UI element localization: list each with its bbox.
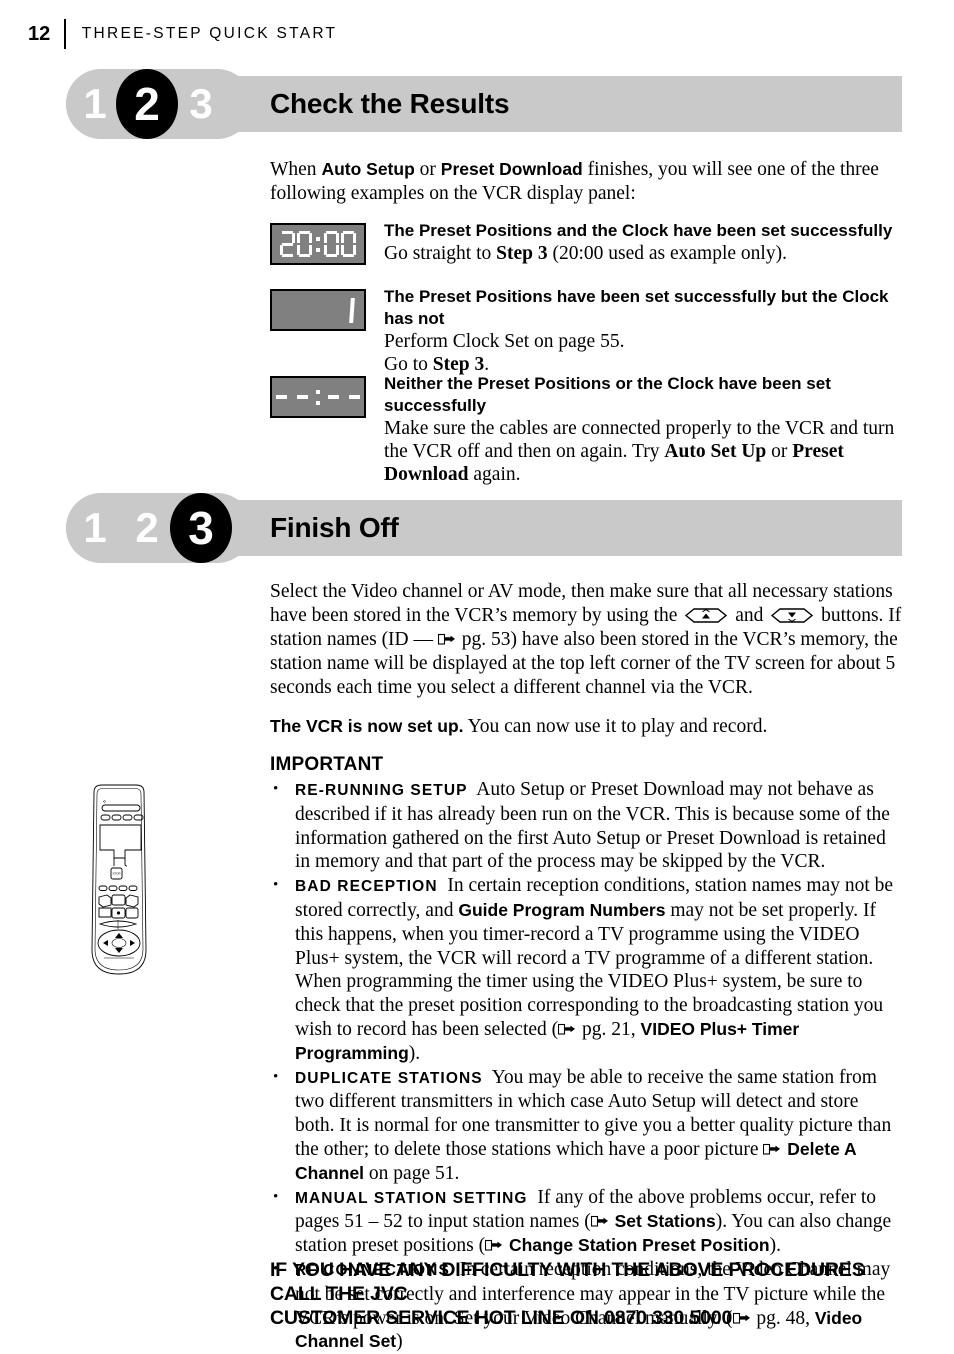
running-head: 12 THREE-STEP QUICK START: [28, 18, 337, 50]
display-example-2-body-2: Go to: [384, 354, 433, 375]
display-example-1-heading: The Preset Positions and the Clock have …: [384, 221, 893, 240]
vcr-set-up-note: The VCR is now set up. You can now use i…: [270, 714, 902, 739]
section-header-check-the-results: 1 2 3 Check the Results: [0, 69, 954, 139]
term-manual-station-setting: MANUAL STATION SETTING: [295, 1189, 528, 1207]
lcd-dash-3: [327, 395, 339, 399]
display-example-row-2: The Preset Positions have been set succe…: [270, 286, 902, 376]
list-item-re-running-setup: • RE-RUNNING SETUP Auto Setup or Preset …: [270, 778, 902, 874]
list-item-body: DUPLICATE STATIONS You may be able to re…: [295, 1066, 902, 1186]
callout-line-2: CUSTOMER SERVICE HOT LINE ON 0870 330 50…: [270, 1307, 733, 1329]
finish-off-paragraph: Select the Video channel or AV mode, the…: [270, 580, 902, 700]
lcd-colon-dashes: [316, 384, 320, 410]
channel-up-button-icon: [684, 607, 728, 624]
term-re-running-setup: RE-RUNNING SETUP: [295, 782, 468, 799]
intro-bold-preset-download: Preset Download: [440, 159, 583, 179]
important-heading: IMPORTANT: [270, 754, 384, 775]
finish-off-text-2: and: [730, 605, 769, 626]
vcr-display-panel-dashes: [270, 376, 366, 418]
page-number: 12: [28, 23, 51, 45]
lcd-colon: [316, 231, 320, 257]
list-item-body: BAD RECEPTION In certain reception condi…: [295, 874, 902, 1065]
bullet-marker: •: [273, 781, 279, 797]
bold-guide-program-numbers: Guide Program Numbers: [458, 899, 666, 920]
duplicate-stations-text-2: on page 51.: [364, 1162, 460, 1184]
section-header-finish-off: 1 2 3 Finish Off: [0, 493, 954, 563]
step-circle-2-active: 2: [116, 69, 178, 139]
display-example-1-body-2: (20:00 used as example only).: [547, 243, 787, 264]
term-duplicate-stations: DUPLICATE STATIONS: [295, 1069, 483, 1087]
pointing-hand-icon-2: [558, 1019, 576, 1035]
lcd-digit-0b: [324, 231, 339, 257]
section-header-bar-2: [148, 500, 902, 556]
pointing-hand-icon-3: [763, 1139, 781, 1155]
lcd-dash-2: [297, 395, 309, 399]
list-item-bad-reception: • BAD RECEPTION In certain reception con…: [270, 874, 902, 1065]
list-item-duplicate-stations: • DUPLICATE STATIONS You may be able to …: [270, 1066, 902, 1186]
pointing-hand-icon-5: [485, 1235, 503, 1251]
pointing-hand-icon-1: [437, 629, 456, 645]
display-example-2-body-1: Perform Clock Set on page 55.: [384, 331, 625, 352]
rf-connections-text-3: ): [396, 1331, 403, 1353]
display-example-3-heading: Neither the Preset Positions or the Cloc…: [384, 374, 831, 415]
callout-line-1: IF YOU HAVE ANY DIFFICULTY WITH THE ABOV…: [270, 1259, 865, 1305]
lcd-digit-1: [349, 297, 355, 323]
svg-text:STOP: STOP: [112, 872, 120, 876]
bullet-marker: •: [273, 1068, 279, 1085]
manual-station-text-3: ).: [769, 1235, 781, 1257]
lcd-dash-1: [276, 395, 288, 399]
term-bad-reception: BAD RECEPTION: [295, 878, 438, 896]
step-circle-1-b: 1: [66, 496, 124, 560]
section-title: Check the Results: [270, 88, 510, 119]
section-title-2: Finish Off: [270, 512, 399, 543]
bold-set-stations: Set Stations: [614, 1211, 716, 1232]
display-example-1-text: The Preset Positions and the Clock have …: [384, 220, 902, 265]
vcr-set-up-rest: You can now use it to play and record.: [463, 716, 768, 737]
bullet-marker: •: [273, 877, 279, 894]
bad-reception-text-4: ).: [408, 1042, 421, 1064]
vcr-set-up-bold: The VCR is now set up.: [270, 716, 464, 736]
display-example-2-text: The Preset Positions have been set succe…: [384, 286, 902, 376]
bad-reception-text-3: pg. 21,: [577, 1018, 641, 1040]
section-1-intro-paragraph: When Auto Setup or Preset Download finis…: [270, 157, 902, 206]
display-example-2-body-3: .: [484, 354, 490, 375]
intro-bold-auto-setup: Auto Setup: [321, 159, 415, 179]
chapter-title: THREE-STEP QUICK START: [81, 25, 338, 42]
service-hotline-callout: IF YOU HAVE ANY DIFFICULTY WITH THE ABOV…: [270, 1258, 910, 1330]
display-example-3-body-2: or: [766, 441, 793, 462]
bullet-marker: •: [273, 1188, 279, 1205]
channel-down-button-icon: [770, 607, 814, 624]
lcd-digit-0a: [297, 231, 312, 257]
section-header-bar: [148, 76, 902, 132]
bold-change-station-preset-position: Change Station Preset Position: [508, 1235, 770, 1256]
display-example-3-text: Neither the Preset Positions or the Cloc…: [384, 373, 902, 486]
lcd-digit-0c: [341, 231, 356, 257]
intro-text-part-1: When: [270, 159, 322, 180]
display-example-row-3: Neither the Preset Positions or the Cloc…: [270, 373, 902, 486]
vcr-display-panel-1: [270, 289, 366, 331]
pointing-hand-icon-4: [590, 1211, 609, 1227]
display-example-3-bold-auto-set-up: Auto Set Up: [664, 441, 767, 462]
display-example-2-heading: The Preset Positions have been set succe…: [384, 287, 889, 328]
list-item-body: RE-RUNNING SETUP Auto Setup or Preset Do…: [295, 778, 902, 874]
step-circle-3: 3: [172, 72, 230, 136]
display-example-row-1: The Preset Positions and the Clock have …: [270, 220, 902, 265]
step-circle-3-active: 3: [170, 493, 232, 563]
display-example-1-bold-step3: Step 3: [496, 243, 548, 264]
display-example-1-body-1: Go straight to: [384, 243, 497, 264]
vcr-display-panel-2000: [270, 223, 366, 265]
remote-control-illustration: STOP: [78, 782, 160, 982]
display-example-3-body-3: again.: [468, 464, 521, 485]
display-example-2-bold-step3: Step 3: [432, 354, 485, 375]
lcd-digit-2: [280, 231, 295, 257]
intro-text-part-2: or: [414, 159, 441, 180]
step-circle-2-b: 2: [118, 496, 176, 560]
list-item-body: MANUAL STATION SETTING If any of the abo…: [295, 1186, 902, 1258]
lcd-dash-4: [348, 395, 360, 399]
list-item-manual-station-setting: • MANUAL STATION SETTING If any of the a…: [270, 1186, 902, 1258]
